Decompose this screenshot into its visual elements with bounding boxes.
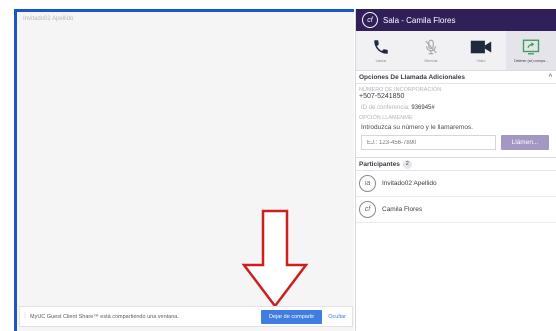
call-options-title: Opciones De Llamada Adicionales: [359, 73, 465, 81]
participant-row[interactable]: ia Invitado02 Apellido: [356, 171, 556, 197]
stop-screen-share-label: Detener (se) compa...: [514, 59, 548, 63]
chevron-up-icon[interactable]: ^: [549, 74, 552, 81]
call-me-label: OPCIÓN LLÁMENME: [359, 115, 413, 121]
call-button[interactable]: Llamar: [356, 31, 406, 70]
participants-header: Participantes 2: [356, 157, 556, 171]
phone-number-input[interactable]: [361, 135, 496, 150]
call-options-header[interactable]: Opciones De Llamada Adicionales ^: [356, 71, 556, 84]
call-me-row: Llámen...: [356, 135, 556, 150]
mute-button-label: Silenciar: [424, 59, 438, 63]
app-window: Invitado02 Apellido ⁞ MyUC Guest Client …: [0, 0, 556, 331]
avatar: ia: [359, 175, 376, 192]
participant-name: Camila Flores: [382, 206, 423, 213]
stop-sharing-button[interactable]: Dejar de compartir: [261, 309, 323, 324]
shared-screen-view: Invitado02 Apellido ⁞ MyUC Guest Client …: [14, 9, 354, 331]
conference-id-value: 936945#: [411, 105, 435, 111]
phone-icon: [374, 40, 388, 54]
meeting-side-panel: cf Sala - Camila Flores Llamar Silenciar: [355, 9, 556, 331]
screen-share-icon: [522, 39, 540, 55]
call-me-hint: Introduzca su número y le llamaremos.: [361, 124, 473, 131]
hide-link[interactable]: Ocultar: [328, 314, 346, 320]
call-button-label: Llamar: [375, 59, 387, 63]
avatar: cf: [359, 201, 376, 218]
drag-handle-icon[interactable]: ⁞: [20, 313, 30, 320]
conference-id-label: ID de conferencia:: [361, 105, 410, 111]
share-status-message: MyUC Guest Client Share™ está compartien…: [30, 313, 179, 320]
participant-name: Invitado02 Apellido: [382, 180, 437, 187]
room-avatar: cf: [362, 12, 378, 28]
participants-title: Participantes: [359, 160, 400, 168]
conference-id-row: ID de conferencia: 936945#: [356, 105, 556, 111]
call-controls-toolbar: Llamar Silenciar Video Detener (se) comp…: [356, 31, 556, 71]
dial-in-number: +507-5241850: [359, 93, 405, 100]
mute-button[interactable]: Silenciar: [406, 31, 456, 70]
room-title: Sala - Camila Flores: [383, 15, 456, 25]
down-arrow-icon: [241, 209, 309, 309]
room-header: cf Sala - Camila Flores: [356, 9, 556, 31]
stop-screen-share-button[interactable]: Detener (se) compa...: [506, 31, 556, 70]
shared-screen-owner-label: Invitado02 Apellido: [23, 16, 74, 22]
video-button[interactable]: Video: [456, 31, 506, 70]
participants-count-badge: 2: [402, 159, 412, 169]
participant-row[interactable]: cf Camila Flores: [356, 197, 556, 223]
mic-muted-icon: [425, 39, 437, 55]
screen-share-notification-bar: ⁞ MyUC Guest Client Share™ está comparti…: [19, 306, 353, 327]
video-camera-icon: [470, 40, 492, 54]
video-button-label: Video: [476, 59, 486, 63]
call-me-button[interactable]: Llámen...: [501, 135, 549, 150]
